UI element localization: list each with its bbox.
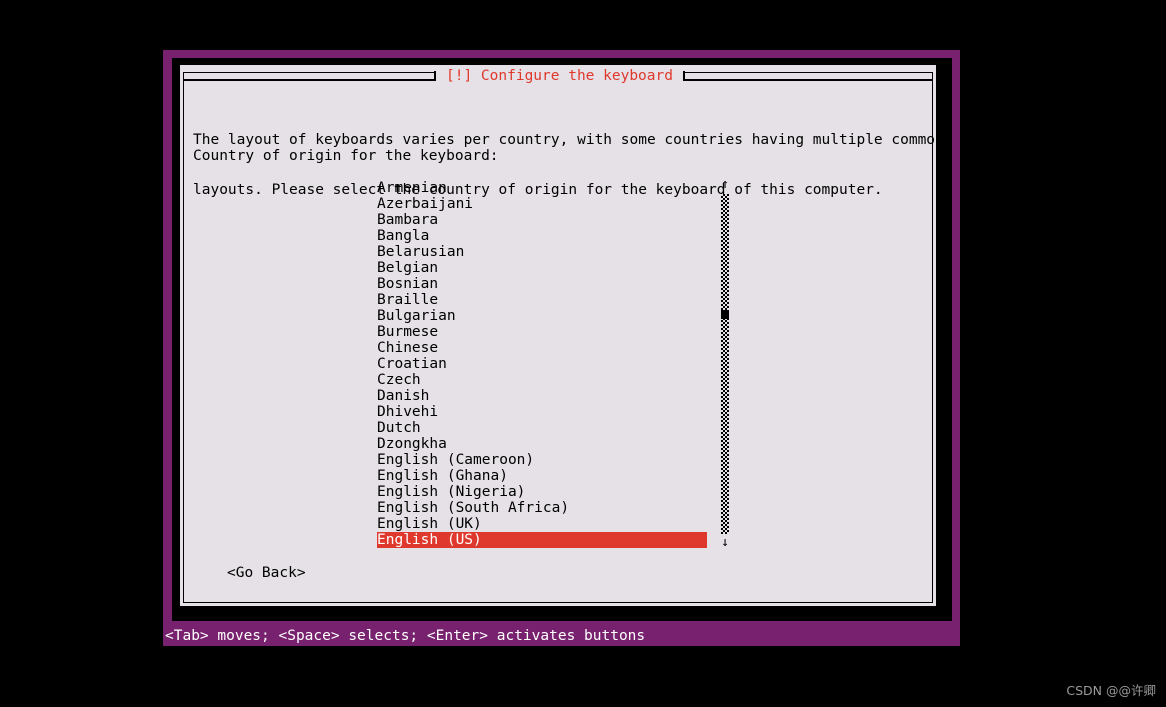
country-prompt-label: Country of origin for the keyboard:	[193, 148, 499, 164]
go-back-button[interactable]: <Go Back>	[227, 564, 306, 582]
list-item[interactable]: English (South Africa)	[377, 500, 707, 516]
list-item[interactable]: Azerbaijani	[377, 196, 707, 212]
scrollbar-thumb[interactable]	[721, 309, 729, 319]
list-item[interactable]: Dhivehi	[377, 404, 707, 420]
list-item[interactable]: English (US)	[377, 532, 707, 548]
country-list-scrollbar[interactable]: ↑ ↓	[718, 178, 732, 550]
country-list[interactable]: Armenian Azerbaijani Bambara Bangla Belarusi…	[377, 180, 707, 548]
dialog-title: [!] Configure the keyboard	[436, 66, 683, 86]
status-bar-hints: <Tab> moves; <Space> selects; <Enter> ac…	[163, 626, 960, 646]
list-item[interactable]: Burmese	[377, 324, 707, 340]
list-item[interactable]: Belarusian	[377, 244, 707, 260]
description-line-1: The layout of keyboards varies per count…	[193, 132, 944, 148]
title-rule-left	[183, 71, 436, 81]
list-item[interactable]: Chinese	[377, 340, 707, 356]
scroll-up-arrow-icon[interactable]: ↑	[718, 178, 732, 192]
list-item[interactable]: Bulgarian	[377, 308, 707, 324]
list-item[interactable]: Armenian	[377, 180, 707, 196]
scrollbar-track[interactable]	[721, 194, 729, 534]
list-item[interactable]: Danish	[377, 388, 707, 404]
list-item[interactable]: English (Ghana)	[377, 468, 707, 484]
csdn-watermark: CSDN @@许卿	[1066, 683, 1156, 698]
dialog-titlebar: [!] Configure the keyboard	[183, 66, 933, 86]
list-item[interactable]: English (Cameroon)	[377, 452, 707, 468]
list-item[interactable]: Bangla	[377, 228, 707, 244]
scroll-down-arrow-icon[interactable]: ↓	[718, 536, 732, 550]
list-item[interactable]: Dutch	[377, 420, 707, 436]
list-item[interactable]: Belgian	[377, 260, 707, 276]
list-item[interactable]: Bosnian	[377, 276, 707, 292]
list-item[interactable]: Braille	[377, 292, 707, 308]
list-item[interactable]: Croatian	[377, 356, 707, 372]
list-item[interactable]: Dzongkha	[377, 436, 707, 452]
list-item[interactable]: Czech	[377, 372, 707, 388]
list-item[interactable]: English (Nigeria)	[377, 484, 707, 500]
title-rule-right	[682, 71, 933, 81]
list-item[interactable]: English (UK)	[377, 516, 707, 532]
list-item[interactable]: Bambara	[377, 212, 707, 228]
screen: [!] Configure the keyboard The layout of…	[0, 0, 1166, 707]
